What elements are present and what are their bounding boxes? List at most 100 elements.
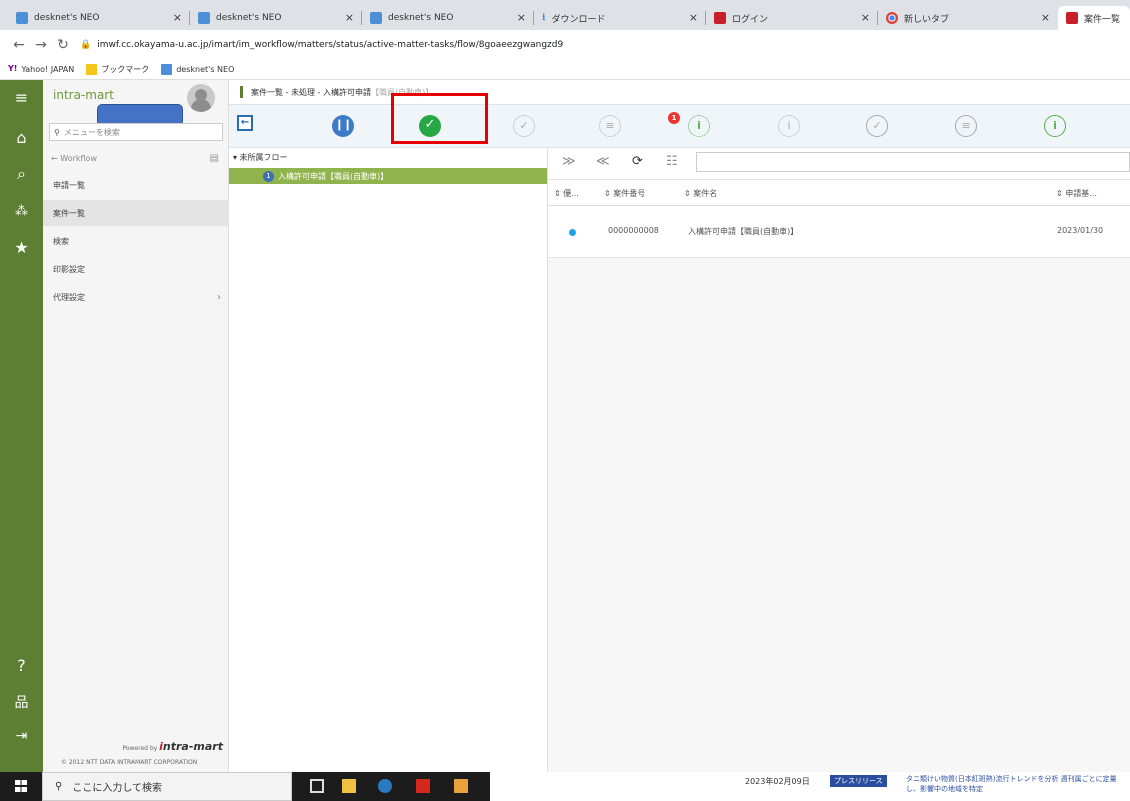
flow-tree-pane: ▾ 未所属フロー 1 入構許可申請【職員(自動車)】 xyxy=(229,148,548,772)
table-row[interactable]: 0000000008 入構許可申請【職員(自動車)】 2023/01/30 xyxy=(548,206,1130,258)
desknets-icon xyxy=(198,12,210,24)
column-label: 案件番号 xyxy=(613,189,646,198)
powered-brand-rest: ntra-mart xyxy=(162,740,223,753)
highlight-box xyxy=(391,93,488,144)
url-text: imwf.cc.okayama-u.ac.jp/imart/im_workflo… xyxy=(97,40,564,50)
search-icon[interactable]: ⌕ xyxy=(0,164,43,184)
browser-app-icon[interactable] xyxy=(378,779,392,793)
pdf-app-icon[interactable] xyxy=(416,779,430,793)
menu-item-label: 案件一覧 xyxy=(53,208,85,218)
matter-name-cell[interactable]: 入構許可申請【職員(自動車)】 xyxy=(688,226,798,237)
list-outline-icon[interactable]: ≡ xyxy=(599,115,621,137)
bookmark-desknets[interactable]: desknet's NEO xyxy=(161,64,234,75)
list-outline-icon[interactable]: ≡ xyxy=(955,115,977,137)
taskbar-search-input[interactable]: ⚲ ここに入力して検索 xyxy=(42,772,292,801)
workflow-back-label: ← Workflow xyxy=(51,153,97,163)
tab-label: ダウンロード xyxy=(551,14,606,25)
hamburger-menu-icon[interactable]: ≡ xyxy=(0,88,43,107)
desknets-icon xyxy=(161,64,173,75)
tab-label: 新しいタブ xyxy=(904,14,950,25)
powered-by-text: Powered by xyxy=(122,745,158,752)
browser-tab[interactable]: ログイン × xyxy=(706,6,878,30)
file-explorer-icon[interactable] xyxy=(342,779,356,793)
column-header-matter-name[interactable]: ⇕ 案件名 xyxy=(684,188,717,199)
bookmark-label: Yahoo! JAPAN xyxy=(21,65,75,74)
breadcrumb-text: 案件一覧 - 未処理 - 入構許可申請 xyxy=(251,87,371,97)
workflow-back-link[interactable]: ← Workflow ▤ xyxy=(43,148,229,168)
bookmark-folder[interactable]: ブックマーク xyxy=(86,64,149,75)
yahoo-icon: Y! xyxy=(8,64,18,73)
back-arrow-icon[interactable]: ← xyxy=(8,37,30,53)
browser-tab[interactable]: desknet's NEO × xyxy=(190,6,362,30)
windows-start-icon[interactable] xyxy=(0,772,42,801)
sitemap-icon[interactable]: ⁂ xyxy=(0,204,43,219)
url-field[interactable]: 🔒 imwf.cc.okayama-u.ac.jp/imart/im_workf… xyxy=(80,40,563,50)
browser-tab[interactable]: desknet's NEO × xyxy=(8,6,190,30)
copyright: © 2012 NTT DATA INTRAMART CORPORATION xyxy=(61,759,198,766)
tab-close-icon[interactable]: × xyxy=(517,11,526,24)
avatar[interactable] xyxy=(187,84,215,112)
collapse-panel-icon[interactable]: ← xyxy=(237,115,253,131)
info-green-icon[interactable]: i xyxy=(1044,115,1066,137)
side-menu: intra-mart ⚲ メニューを検索 ← Workflow ▤ 申請一覧 案… xyxy=(43,80,229,772)
search-icon: ⚲ xyxy=(55,781,63,792)
filter-input[interactable] xyxy=(696,152,1130,172)
organization-icon[interactable]: 品 xyxy=(0,692,43,712)
refresh-icon[interactable]: ⟳ xyxy=(632,154,643,169)
column-header-matter-no[interactable]: ⇕ 案件番号 xyxy=(604,188,645,199)
column-header-priority[interactable]: ⇕ 優... xyxy=(554,188,579,199)
menu-search-input[interactable]: ⚲ メニューを検索 xyxy=(49,123,223,141)
menu-item-seal-settings[interactable]: 印影設定 xyxy=(43,256,229,282)
table-toolbar: ≫ ≪ ⟳ ☷ xyxy=(548,148,1130,180)
task-view-icon[interactable] xyxy=(310,779,324,793)
check-outline-icon[interactable]: ✓ xyxy=(513,115,535,137)
column-label: 案件名 xyxy=(693,189,718,198)
collapse-all-icon[interactable]: ≪ xyxy=(596,154,610,169)
taskbar-search-placeholder: ここに入力して検索 xyxy=(72,783,163,794)
sort-icon: ⇕ xyxy=(1056,189,1063,198)
breadcrumb-accent xyxy=(240,86,243,98)
help-icon[interactable]: ? xyxy=(0,656,43,675)
tree-root-node[interactable]: ▾ 未所属フロー xyxy=(233,152,288,163)
tab-close-icon[interactable]: × xyxy=(1041,11,1050,24)
browser-tab-active[interactable]: 案件一覧 xyxy=(1058,6,1130,30)
tab-label: ログイン xyxy=(732,14,769,25)
menu-item-matter-list[interactable]: 案件一覧 xyxy=(43,200,229,226)
browser-tab[interactable]: ⭳ ダウンロード × xyxy=(534,6,706,30)
tree-item-selected[interactable]: 1 入構許可申請【職員(自動車)】 xyxy=(229,168,547,184)
menu-item-application-list[interactable]: 申請一覧 xyxy=(43,172,229,198)
tab-close-icon[interactable]: × xyxy=(173,11,182,24)
tab-close-icon[interactable]: × xyxy=(689,11,698,24)
bookmark-yahoo[interactable]: Y! Yahoo! JAPAN xyxy=(8,64,74,75)
tab-close-icon[interactable]: × xyxy=(345,11,354,24)
expand-all-icon[interactable]: ≫ xyxy=(562,154,576,169)
column-settings-icon[interactable]: ☷ xyxy=(666,154,678,169)
browser-tab-bar: desknet's NEO × desknet's NEO × desknet'… xyxy=(0,0,1130,30)
browser-tab[interactable]: 新しいタブ × xyxy=(878,6,1058,30)
filter-icon[interactable]: ▤ xyxy=(210,153,219,164)
menu-item-label: 申請一覧 xyxy=(53,180,85,190)
browser-tab[interactable]: desknet's NEO × xyxy=(362,6,534,30)
info-outline-icon[interactable]: i xyxy=(778,115,800,137)
column-label: 申請基... xyxy=(1065,189,1097,198)
info-outline-icon[interactable]: i xyxy=(688,115,710,137)
tab-close-icon[interactable]: × xyxy=(861,11,870,24)
news-text[interactable]: タニ類けい物質(日本紅斑熱)流行トレンドを分析 週刊属ごとに定量し、影響中の地域… xyxy=(906,774,1130,794)
folder-icon xyxy=(86,64,98,75)
tab-label: desknet's NEO xyxy=(34,13,100,23)
column-header-apply-date[interactable]: ⇕ 申請基... xyxy=(1056,188,1097,199)
forward-arrow-icon[interactable]: → xyxy=(30,37,52,53)
tab-label: 案件一覧 xyxy=(1084,14,1121,25)
star-icon[interactable]: ★ xyxy=(0,238,43,257)
menu-item-search[interactable]: 検索 xyxy=(43,228,229,254)
menu-item-label: 代理設定 xyxy=(53,292,85,302)
sort-icon: ⇕ xyxy=(604,189,611,198)
reload-icon[interactable]: ↻ xyxy=(52,37,74,53)
pause-icon[interactable]: ❙❙ xyxy=(332,115,354,137)
logout-icon[interactable]: ⇥ xyxy=(0,728,43,744)
global-nav-rail: ≡ ⌂ ⌕ ⁂ ★ ? 品 ⇥ xyxy=(0,80,43,772)
check-outline-icon[interactable]: ✓ xyxy=(866,115,888,137)
home-icon[interactable]: ⌂ xyxy=(0,128,43,147)
menu-item-proxy-settings[interactable]: 代理設定 › xyxy=(43,284,229,310)
app-icon[interactable] xyxy=(454,779,468,793)
